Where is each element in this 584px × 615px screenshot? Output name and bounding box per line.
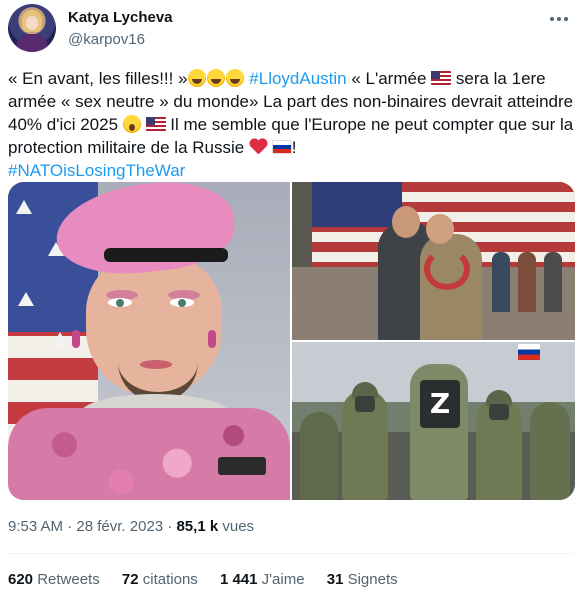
divider [8, 553, 574, 554]
tweet-date[interactable]: 28 févr. 2023 [76, 518, 163, 535]
red-heart-icon [249, 139, 267, 155]
media-grid: Z [8, 182, 575, 500]
quotes-stat[interactable]: 72 citations [122, 571, 198, 588]
face-with-tears-of-joy-icon [206, 69, 225, 87]
tweet-time[interactable]: 9:53 AM [8, 518, 63, 535]
russia-flag-icon [518, 344, 540, 360]
tweet-timestamp: 9:53 AM · 28 févr. 2023 · 85,1 k vues [8, 518, 255, 535]
author-handle[interactable]: @karpov16 [68, 31, 145, 48]
astonished-face-icon [122, 115, 141, 133]
image-pink-beret-soldier[interactable] [8, 182, 290, 500]
engagement-stats: 620 Retweets 72 citations 1 441 J'aime 3… [8, 571, 416, 588]
tweet-text-part: ! [291, 138, 297, 157]
tweet-text: « En avant, les filles!!! » #LloydAustin… [8, 67, 574, 182]
more-options-icon[interactable] [548, 10, 570, 28]
author-display-name[interactable]: Katya Lycheva [68, 9, 173, 26]
hashtag-natoislosingthewar-link[interactable]: #NATOisLosingTheWar [8, 161, 185, 180]
z-symbol: Z [420, 380, 460, 428]
retweets-stat[interactable]: 620 Retweets [8, 571, 100, 588]
russia-flag-icon [271, 140, 292, 154]
tweet-text-part: « L'armée [346, 69, 432, 88]
bookmarks-stat[interactable]: 31 Signets [327, 571, 398, 588]
views-label: vues [218, 518, 255, 535]
image-russian-soldiers[interactable]: Z [292, 342, 575, 500]
us-flag-icon [145, 117, 166, 131]
views-count: 85,1 k [176, 518, 219, 535]
hashtag-lloydaustin-link[interactable]: #LloydAustin [249, 69, 346, 88]
tweet-text-part: « En avant, les filles!!! » [8, 69, 188, 88]
tweet: Katya Lycheva @karpov16 « En avant, les … [0, 0, 584, 615]
image-military-homecoming[interactable] [292, 182, 575, 340]
face-with-tears-of-joy-icon [187, 69, 206, 87]
likes-stat[interactable]: 1 441 J'aime [220, 571, 305, 588]
author-avatar[interactable] [8, 4, 56, 52]
face-with-tears-of-joy-icon [225, 69, 244, 87]
us-flag-icon [431, 71, 452, 85]
